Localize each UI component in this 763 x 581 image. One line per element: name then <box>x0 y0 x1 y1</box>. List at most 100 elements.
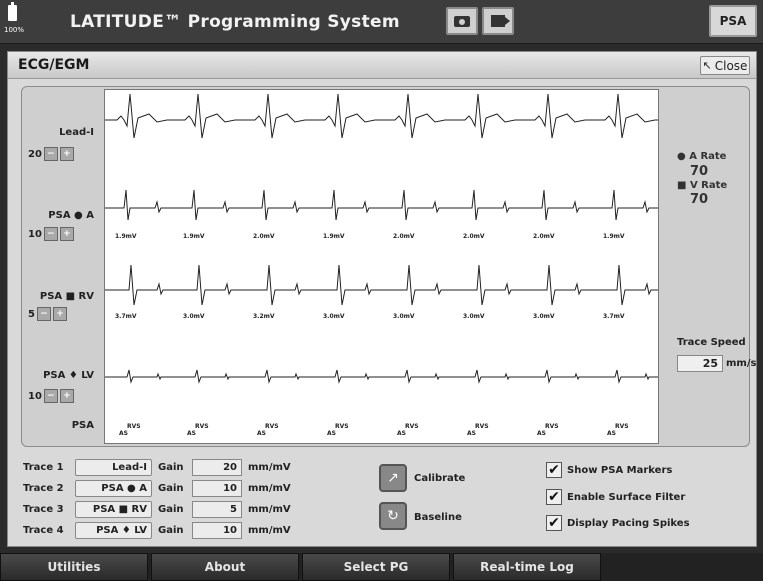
atrial-amplitude-label: 2.0mV <box>393 233 415 240</box>
arrow-icon: ↖ <box>702 59 712 72</box>
display-pacing-spikes-checkbox[interactable]: ✔ Display Pacing Spikes <box>546 515 690 531</box>
trace-4-row: Trace 4 PSA ♦ LV Gain 10 mm/mV <box>23 521 291 539</box>
atrial-amplitude-label: 2.0mV <box>533 233 555 240</box>
a-rate-value: 70 <box>690 164 709 179</box>
panel-title: ECG/EGM <box>18 57 90 73</box>
gain-label: Gain <box>158 461 184 473</box>
trace-4-gain-value: 10 <box>28 390 42 402</box>
rvs-marker: RVS <box>127 423 141 430</box>
trace-2-row: Trace 2 PSA ● A Gain 10 mm/mV <box>23 479 291 497</box>
trace-3-source-select[interactable]: PSA ■ RV <box>75 500 152 518</box>
as-marker: AS <box>607 430 616 437</box>
enable-surface-filter-checkbox[interactable]: ✔ Enable Surface Filter <box>546 489 685 505</box>
as-marker: AS <box>327 430 336 437</box>
trace-speed-value[interactable]: 25 <box>677 355 723 372</box>
gain-up-button[interactable]: + <box>59 227 74 241</box>
trace-speed-control[interactable]: 25 mm/s <box>677 355 756 372</box>
trace-frame: Lead-I 20 − + PSA ● A 10 − + PSA ■ RV 5 … <box>21 86 756 447</box>
atrial-amplitude-label: 1.9mV <box>323 233 345 240</box>
as-marker: AS <box>397 430 406 437</box>
checkmark-icon: ✔ <box>546 489 562 505</box>
trace-4-gain-select[interactable]: 10 <box>192 521 242 539</box>
rvs-marker: RVS <box>615 423 629 430</box>
ventricular-amplitude-label: 3.0mV <box>463 313 485 320</box>
as-marker: AS <box>467 430 476 437</box>
ventricular-amplitude-label: 3.2mV <box>253 313 275 320</box>
close-button[interactable]: ↖ Close <box>700 56 750 75</box>
trace-3-gain-select[interactable]: 5 <box>192 500 242 518</box>
trace-name: Trace 2 <box>23 482 64 494</box>
screenshot-button[interactable] <box>446 7 478 35</box>
atrial-amplitude-label: 2.0mV <box>253 233 275 240</box>
gain-up-button[interactable]: + <box>59 147 74 161</box>
atrial-amplitude-label: 1.9mV <box>115 233 137 240</box>
trace-2-gain-control: 10 − + <box>28 227 74 241</box>
lead-i-waveform <box>105 93 658 139</box>
a-rate-label: ● A Rate <box>677 151 727 162</box>
ecg-trace-display: 1.9mV 1.9mV 2.0mV 1.9mV 2.0mV 2.0mV 2.0mV 1.9mV… <box>104 89 659 444</box>
show-psa-markers-checkbox[interactable]: ✔ Show PSA Markers <box>546 462 672 478</box>
trace-2-gain-select[interactable]: 10 <box>192 479 242 497</box>
checkmark-icon: ✔ <box>546 462 562 478</box>
rvs-marker: RVS <box>475 423 489 430</box>
gain-down-button[interactable]: − <box>43 147 58 161</box>
v-rate-value: 70 <box>690 192 709 207</box>
checkbox-label: Show PSA Markers <box>567 464 673 476</box>
gain-up-button[interactable]: + <box>52 307 67 321</box>
gain-down-button[interactable]: − <box>43 389 58 403</box>
realtime-log-button[interactable]: Real-time Log <box>453 553 601 581</box>
trace-2-source-select[interactable]: PSA ● A <box>75 479 152 497</box>
as-marker: AS <box>537 430 546 437</box>
psa-a-waveform <box>105 189 658 221</box>
as-marker: AS <box>187 430 196 437</box>
gain-label: Gain <box>158 524 184 536</box>
calibrate-button[interactable]: ↗ <box>379 464 407 492</box>
about-button[interactable]: About <box>151 553 299 581</box>
record-button[interactable] <box>482 7 514 35</box>
ventricular-amplitude-label: 3.0mV <box>393 313 415 320</box>
ecg-egm-panel: ECG/EGM ↖ Close Lead-I 20 − + PSA ● A 10… <box>7 51 757 547</box>
ventricular-amplitude-label: 3.7mV <box>603 313 625 320</box>
atrial-amplitude-label: 1.9mV <box>603 233 625 240</box>
trace-1-source-select[interactable]: Lead-I <box>75 458 152 476</box>
trace-speed-label: Trace Speed <box>677 337 746 348</box>
baseline-icon: ↻ <box>387 508 399 524</box>
gain-down-button[interactable]: − <box>36 307 51 321</box>
trace-controls: Trace 1 Lead-I Gain 20 mm/mV Trace 2 PSA… <box>21 456 750 540</box>
psa-button[interactable]: PSA <box>709 5 757 37</box>
camera-icon <box>454 15 470 27</box>
gain-down-button[interactable]: − <box>43 227 58 241</box>
calibrate-icon: ↗ <box>387 470 399 486</box>
gain-up-button[interactable]: + <box>59 389 74 403</box>
gain-unit: mm/mV <box>248 482 291 494</box>
as-marker: AS <box>119 430 128 437</box>
ecg-waveforms: 1.9mV 1.9mV 2.0mV 1.9mV 2.0mV 2.0mV 2.0mV 1.9mV… <box>105 93 658 437</box>
gain-label: Gain <box>158 503 184 515</box>
battery-icon: 100% <box>4 2 28 37</box>
atrial-amplitude-label: 2.0mV <box>463 233 485 240</box>
trace-2-gain-value: 10 <box>28 228 42 240</box>
select-pg-button[interactable]: Select PG <box>302 553 450 581</box>
trace-4-source-select[interactable]: PSA ♦ LV <box>75 521 152 539</box>
rvs-marker: RVS <box>335 423 349 430</box>
panel-header: ECG/EGM ↖ Close <box>8 52 756 79</box>
checkbox-label: Display Pacing Spikes <box>567 517 690 529</box>
trace-name: Trace 3 <box>23 503 64 515</box>
app-title: LATITUDE™ Programming System <box>70 12 400 32</box>
calibrate-label: Calibrate <box>414 473 466 484</box>
battery-percent: 100% <box>4 26 25 34</box>
trace-1-gain-select[interactable]: 20 <box>192 458 242 476</box>
gain-unit: mm/mV <box>248 524 291 536</box>
utilities-button[interactable]: Utilities <box>0 553 148 581</box>
trace-label-psa-lv: PSA ♦ LV <box>43 370 94 381</box>
atrial-amplitude-label: 1.9mV <box>183 233 205 240</box>
v-rate-label: ■ V Rate <box>677 180 728 191</box>
trace-1-row: Trace 1 Lead-I Gain 20 mm/mV <box>23 458 291 476</box>
ventricular-marker-icon: ■ <box>677 180 687 191</box>
gain-unit: mm/mV <box>248 461 291 473</box>
atrial-marker-icon: ● <box>677 151 686 162</box>
video-camera-icon <box>491 15 510 27</box>
baseline-button[interactable]: ↻ <box>379 502 407 530</box>
rvs-marker: RVS <box>265 423 279 430</box>
trace-name: Trace 4 <box>23 524 64 536</box>
